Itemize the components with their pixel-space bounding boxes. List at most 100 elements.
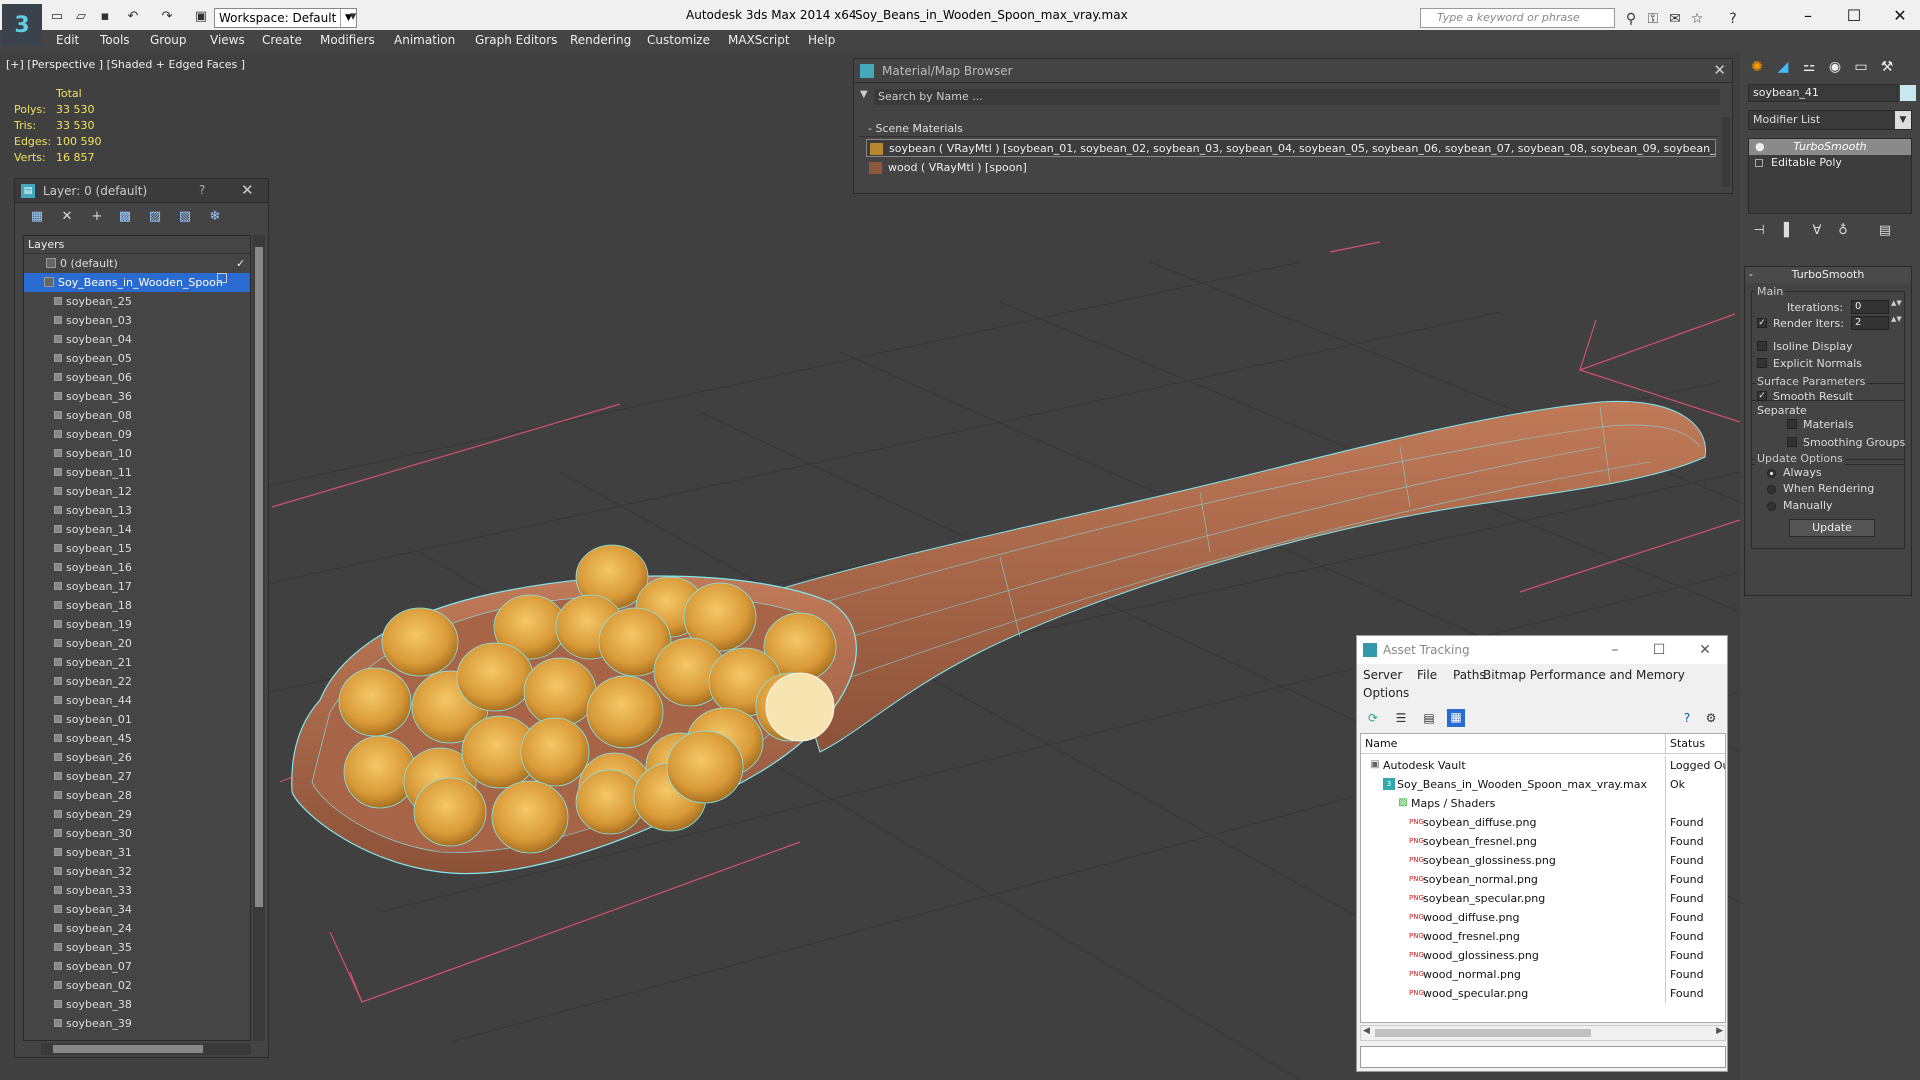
layer-object-item[interactable]: soybean_14	[24, 520, 250, 539]
subscription-icon[interactable]: ⚿	[1644, 10, 1662, 28]
browser-options-icon[interactable]: ▼	[860, 89, 868, 100]
app-logo-icon[interactable]: 3	[2, 4, 42, 46]
hierarchy-tab-icon[interactable]: ⚍	[1798, 56, 1820, 78]
smoothing-groups-checkbox[interactable]	[1787, 437, 1797, 447]
add-to-layer-icon[interactable]: +	[89, 209, 105, 225]
close-button[interactable]: ✕	[1880, 4, 1920, 28]
layer-object-item[interactable]: soybean_31	[24, 843, 250, 862]
layer-object-item[interactable]: soybean_27	[24, 767, 250, 786]
layer-object-item[interactable]: soybean_34	[24, 900, 250, 919]
modify-tab-icon[interactable]: ◢	[1772, 56, 1794, 78]
remove-modifier-icon[interactable]: ♁	[1834, 222, 1852, 240]
layer-object-item[interactable]: soybean_05	[24, 349, 250, 368]
spinner-arrows-icon[interactable]: ▲▼	[1891, 300, 1902, 314]
layer-object-item[interactable]: soybean_18	[24, 596, 250, 615]
layer-object-item[interactable]: soybean_30	[24, 824, 250, 843]
redo-icon[interactable]: ↷	[158, 8, 176, 26]
layer-object-item[interactable]: soybean_22	[24, 672, 250, 691]
help-button[interactable]: ?	[199, 183, 205, 197]
layer-object-item[interactable]: soybean_02	[24, 976, 250, 995]
asset-tracking-header[interactable]: Asset Tracking – ☐ ✕	[1357, 636, 1727, 664]
select-objects-icon[interactable]: ▩	[117, 209, 133, 225]
motion-tab-icon[interactable]: ◉	[1824, 56, 1846, 78]
help-icon[interactable]: ?	[1724, 10, 1742, 28]
layer-object-item[interactable]: soybean_08	[24, 406, 250, 425]
layer-object-item[interactable]: soybean_28	[24, 786, 250, 805]
binoculars-icon[interactable]: ⚲	[1622, 10, 1640, 28]
layer-object-item[interactable]: soybean_11	[24, 463, 250, 482]
layer-object-item[interactable]: soybean_06	[24, 368, 250, 387]
workspace-menu-icon[interactable]: ▾	[344, 8, 362, 26]
menu-modifiers[interactable]: Modifiers	[320, 33, 375, 47]
when-rendering-radio[interactable]	[1767, 485, 1776, 494]
settings-icon[interactable]: ⚙	[1703, 710, 1719, 726]
status-column-header[interactable]: Status	[1665, 734, 1725, 754]
horizontal-scrollbar[interactable]	[41, 1043, 251, 1055]
detail-view-icon[interactable]: ▤	[1421, 710, 1437, 726]
menu-create[interactable]: Create	[262, 33, 302, 47]
layer-object-item[interactable]: soybean_15	[24, 539, 250, 558]
stack-item-editable-poly[interactable]: Editable Poly	[1749, 155, 1911, 171]
highlight-layer-icon[interactable]: ▨	[147, 209, 163, 225]
hide-all-icon[interactable]: ▧	[177, 209, 193, 225]
asset-row[interactable]: PNG soybean_fresnel.png Found	[1361, 832, 1725, 851]
scroll-left-icon[interactable]: ◀	[1363, 1026, 1370, 1036]
asset-row[interactable]: PNG soybean_diffuse.png Found	[1361, 813, 1725, 832]
layer-object-item[interactable]: soybean_33	[24, 881, 250, 900]
list-view-icon[interactable]: ☰	[1393, 710, 1409, 726]
asset-row[interactable]: 3 Soy_Beans_in_Wooden_Spoon_max_vray.max O…	[1361, 775, 1725, 794]
layer-object-item[interactable]: soybean_32	[24, 862, 250, 881]
object-color-swatch[interactable]	[1900, 85, 1916, 101]
menu-paths[interactable]: Paths	[1453, 668, 1486, 682]
layer-object-item[interactable]: soybean_45	[24, 729, 250, 748]
explicit-normals-checkbox[interactable]	[1757, 358, 1767, 368]
layer-object-item[interactable]: soybean_13	[24, 501, 250, 520]
layer-object-item[interactable]: soybean_35	[24, 938, 250, 957]
menu-server[interactable]: Server	[1363, 668, 1402, 682]
vertical-scrollbar[interactable]	[1722, 117, 1730, 187]
viewport-label[interactable]: [+] [Perspective ] [Shaded + Edged Faces…	[6, 58, 245, 71]
close-icon[interactable]: ✕	[241, 181, 254, 199]
material-search-input[interactable]: Search by Name ...	[874, 89, 1720, 105]
menu-graph-editors[interactable]: Graph Editors	[475, 33, 557, 47]
update-button[interactable]: Update	[1789, 519, 1875, 537]
rollout-title[interactable]: - TurboSmooth	[1745, 267, 1911, 283]
create-layer-icon[interactable]: ▦	[29, 209, 45, 225]
layer-object-item[interactable]: soybean_01	[24, 710, 250, 729]
minimize-button[interactable]: –	[1597, 639, 1633, 661]
configure-sets-icon[interactable]: ▤	[1876, 222, 1894, 240]
asset-row[interactable]: PNG wood_glossiness.png Found	[1361, 946, 1725, 965]
layer-object-item[interactable]: soybean_21	[24, 653, 250, 672]
asset-row[interactable]: PNG soybean_normal.png Found	[1361, 870, 1725, 889]
layer-object-item[interactable]: soybean_44	[24, 691, 250, 710]
asset-row[interactable]: PNG wood_diffuse.png Found	[1361, 908, 1725, 927]
asset-row[interactable]: PNG soybean_glossiness.png Found	[1361, 851, 1725, 870]
menu-customize[interactable]: Customize	[647, 33, 710, 47]
keyword-search-input[interactable]: Type a keyword or phrase	[1420, 8, 1615, 28]
asset-row[interactable]: PNG soybean_specular.png Found	[1361, 889, 1725, 908]
lightbulb-icon[interactable]: ●	[1755, 139, 1765, 155]
menu-tools[interactable]: Tools	[100, 33, 130, 47]
help-icon[interactable]: ?	[1679, 710, 1695, 726]
menu-maxscript[interactable]: MAXScript	[728, 33, 790, 47]
layer-object-item[interactable]: soybean_03	[24, 311, 250, 330]
layer-object-item[interactable]: soybean_16	[24, 558, 250, 577]
vertical-scrollbar[interactable]	[253, 235, 265, 1041]
object-name-field[interactable]: soybean_41	[1748, 84, 1898, 102]
show-end-result-icon[interactable]: ▌	[1780, 222, 1798, 240]
layer-object-item[interactable]: soybean_20	[24, 634, 250, 653]
layer-object-item[interactable]: soybean_10	[24, 444, 250, 463]
favorites-star-icon[interactable]: ☆	[1688, 10, 1706, 28]
horizontal-scrollbar[interactable]: ◀ ▶	[1360, 1025, 1726, 1041]
layer-object-item[interactable]: soybean_25	[24, 292, 250, 311]
name-column-header[interactable]: Name	[1361, 734, 1665, 754]
layer-object-item[interactable]: soybean_26	[24, 748, 250, 767]
layer-object-item[interactable]: soybean_07	[24, 957, 250, 976]
isoline-checkbox[interactable]	[1757, 341, 1767, 351]
modifier-list-dropdown[interactable]: Modifier List ▼	[1748, 110, 1912, 130]
material-row-wood[interactable]: wood ( VRayMtl ) [spoon]	[866, 159, 1716, 177]
always-radio[interactable]	[1767, 469, 1776, 478]
stack-item-turbosmooth[interactable]: ● TurboSmooth	[1749, 139, 1911, 155]
scroll-thumb[interactable]	[255, 247, 263, 907]
close-icon[interactable]: ✕	[1713, 61, 1726, 79]
